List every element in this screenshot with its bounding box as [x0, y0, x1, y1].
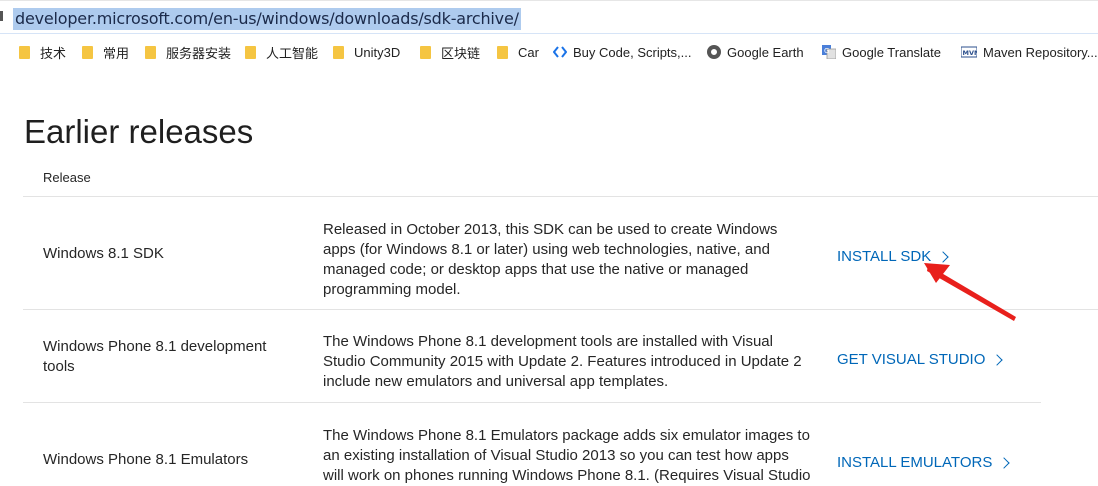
bookmark-codecanyon[interactable]: Buy Code, Scripts,...	[553, 43, 692, 61]
folder-icon	[144, 45, 156, 59]
address-bar[interactable]: developer.microsoft.com/en-us/windows/do…	[0, 0, 1098, 38]
column-header-release: Release	[43, 170, 91, 185]
bookmark-label: Google Translate	[842, 44, 942, 60]
get-visual-studio-label: GET VISUAL STUDIO	[837, 351, 986, 368]
codecanyon-icon	[553, 46, 567, 58]
install-emulators-label: INSTALL EMULATORS	[837, 454, 993, 471]
bookmark-label: Maven Repository...	[983, 44, 1098, 60]
bookmark-google-earth[interactable]: Google Earth	[707, 43, 804, 61]
annotation-arrow-icon	[924, 263, 1016, 321]
url-text[interactable]: developer.microsoft.com/en-us/windows/do…	[13, 8, 521, 30]
bookmark-label: 区块链	[441, 45, 481, 61]
bookmark-label: 技术	[40, 45, 67, 61]
release-name: Windows 8.1 SDK	[43, 245, 164, 262]
folder-icon	[18, 45, 30, 59]
bookmark-folder-blockchain[interactable]: 区块链	[419, 43, 480, 61]
bookmark-label: Car	[518, 44, 539, 60]
bookmark-folder-common[interactable]: 常用	[81, 43, 129, 61]
bookmark-label: 人工智能	[266, 45, 319, 61]
address-bar-divider	[0, 33, 1098, 34]
release-name: Windows Phone 8.1 Emulators	[43, 451, 249, 468]
lock-icon[interactable]	[0, 11, 3, 21]
bookmark-label: Unity3D	[354, 44, 401, 60]
svg-text:MVN: MVN	[963, 49, 978, 57]
window-edge	[0, 0, 1098, 1]
chevron-right-icon	[998, 456, 1010, 469]
bookmark-folder-server[interactable]: 服务器安装	[144, 43, 231, 61]
get-visual-studio-link[interactable]: GET VISUAL STUDIO	[837, 351, 1004, 368]
bookmark-label: 服务器安装	[166, 45, 232, 61]
maven-icon: MVN	[961, 46, 978, 58]
folder-icon	[81, 45, 93, 59]
folder-icon	[419, 45, 431, 59]
folder-icon	[332, 45, 344, 59]
release-description: The Windows Phone 8.1 development tools …	[323, 333, 802, 390]
install-emulators-link[interactable]: INSTALL EMULATORS	[837, 454, 1010, 471]
bookmark-folder-unity3d[interactable]: Unity3D	[332, 43, 400, 61]
release-description: The Windows Phone 8.1 Emulators package …	[323, 427, 811, 484]
install-sdk-label: INSTALL SDK	[837, 248, 932, 265]
bookmark-label: Buy Code, Scripts,...	[573, 44, 692, 60]
bookmark-maven-repository[interactable]: MVN Maven Repository...	[961, 43, 1098, 61]
chevron-right-icon	[991, 353, 1004, 366]
bookmark-folder-tech[interactable]: 技术	[18, 43, 66, 61]
folder-icon	[244, 45, 256, 59]
bookmark-google-translate[interactable]: G Google Translate	[822, 43, 941, 61]
table-divider	[23, 196, 1098, 197]
bookmark-folder-car[interactable]: Car	[496, 43, 539, 61]
table-divider	[23, 402, 1041, 403]
globe-icon	[707, 45, 721, 59]
translate-icon: G	[822, 45, 836, 59]
svg-text:G: G	[824, 47, 829, 55]
bookmark-label: 常用	[103, 45, 130, 61]
folder-icon	[496, 45, 508, 59]
release-description: Released in October 2013, this SDK can b…	[323, 221, 778, 298]
page-title: Earlier releases	[24, 113, 254, 150]
bookmark-label: Google Earth	[727, 44, 804, 60]
bookmark-folder-ai[interactable]: 人工智能	[244, 43, 318, 61]
release-name: Windows Phone 8.1 development tools	[43, 338, 267, 375]
bookmarks-bar: 技术 常用 服务器安装 人工智能 Unity3D 区块链 Car Buy Cod…	[0, 38, 1098, 66]
